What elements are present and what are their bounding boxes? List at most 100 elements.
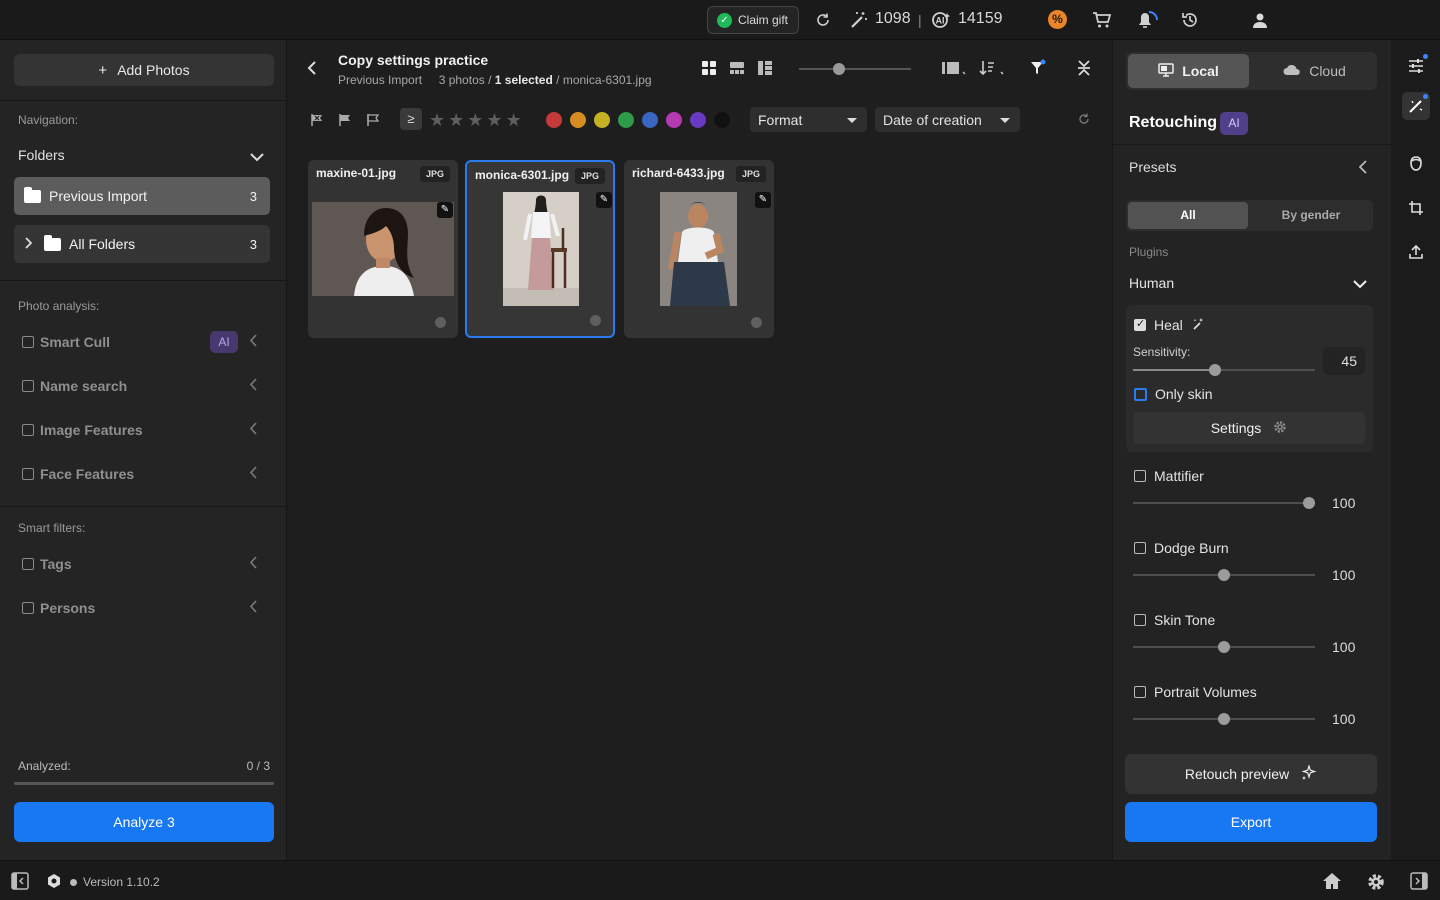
only-skin-toggle[interactable]: Only skin — [1134, 386, 1213, 402]
list-view-icon[interactable] — [757, 60, 773, 79]
reset-filters-icon[interactable] — [1078, 112, 1090, 128]
heal-toggle[interactable]: Heal — [1134, 316, 1205, 333]
color-label-dot[interactable] — [666, 112, 682, 128]
slider-knob[interactable] — [1218, 641, 1230, 653]
flag-picked-icon[interactable] — [338, 113, 352, 130]
persons-item[interactable]: Persons — [22, 596, 266, 620]
rating-operator-button[interactable]: ≥ — [400, 108, 422, 130]
skin-tone-checkbox[interactable] — [1134, 614, 1146, 626]
color-label-dot[interactable] — [546, 112, 562, 128]
folder-previous-import[interactable]: Previous Import 3 — [14, 177, 270, 215]
star-icon[interactable]: ★ — [506, 110, 522, 131]
user-account-icon[interactable] — [1250, 10, 1270, 30]
face-mask-icon[interactable] — [1404, 152, 1428, 176]
presets-label[interactable]: Presets — [1129, 159, 1176, 175]
filter-icon[interactable] — [1029, 59, 1047, 80]
persons-checkbox[interactable] — [22, 602, 34, 614]
collapse-icon[interactable] — [1077, 60, 1091, 79]
export-button[interactable]: Export — [1125, 802, 1377, 842]
mattifier-checkbox[interactable] — [1134, 470, 1146, 482]
name-search-checkbox[interactable] — [22, 380, 34, 392]
folder-all-folders[interactable]: All Folders 3 — [14, 225, 270, 263]
slider-knob[interactable] — [1218, 569, 1230, 581]
notifications-icon[interactable] — [1135, 10, 1161, 30]
slider-knob[interactable] — [833, 63, 845, 75]
edit-pencil-icon[interactable]: ✎ — [437, 202, 453, 218]
star-icon[interactable]: ★ — [486, 110, 502, 131]
cloud-mode-button[interactable]: Cloud — [1254, 54, 1375, 88]
photo-thumbnail[interactable] — [660, 192, 737, 306]
portrait-volumes-slider[interactable] — [1133, 713, 1315, 725]
portrait-volumes-checkbox[interactable] — [1134, 686, 1146, 698]
slider-knob[interactable] — [1208, 364, 1221, 376]
tags-item[interactable]: Tags — [22, 552, 266, 576]
dodge-burn-slider[interactable] — [1133, 569, 1315, 581]
folders-dropdown[interactable]: Folders — [18, 147, 268, 163]
home-icon[interactable] — [1322, 872, 1342, 893]
photo-card[interactable]: richard-6433.jpg JPG ✎ — [624, 160, 774, 338]
photo-thumbnail[interactable] — [503, 192, 579, 306]
flag-unflagged-icon[interactable] — [366, 113, 380, 130]
chevron-left-icon[interactable] — [1358, 160, 1367, 177]
grid-view-icon[interactable] — [701, 60, 717, 79]
name-search-item[interactable]: Name search — [22, 374, 266, 398]
settings-gear-icon[interactable] — [1366, 872, 1386, 895]
image-features-item[interactable]: Image Features — [22, 418, 266, 442]
toggle-right-panel-icon[interactable] — [1410, 872, 1428, 893]
tags-checkbox[interactable] — [22, 558, 34, 570]
color-label-dot[interactable] — [751, 317, 762, 328]
chevron-down-icon[interactable] — [1353, 276, 1367, 292]
cart-icon[interactable] — [1092, 10, 1112, 30]
format-dropdown[interactable]: Format — [750, 107, 867, 132]
color-label-dot[interactable] — [618, 112, 634, 128]
portrait-volumes-toggle[interactable]: Portrait Volumes — [1134, 684, 1257, 700]
seg-by-gender[interactable]: By gender — [1251, 202, 1371, 229]
chevron-left-icon[interactable] — [249, 556, 258, 572]
sensitivity-value[interactable]: 45 — [1323, 347, 1365, 375]
toggle-left-panel-icon[interactable] — [11, 872, 29, 893]
chevron-right-icon[interactable] — [24, 236, 33, 252]
color-label-dot[interactable] — [590, 315, 601, 326]
chevron-left-icon[interactable] — [249, 334, 258, 350]
sort-icon[interactable] — [979, 59, 1007, 80]
human-category[interactable]: Human — [1129, 275, 1174, 291]
face-features-checkbox[interactable] — [22, 468, 34, 480]
photo-thumbnail[interactable] — [312, 202, 454, 296]
compare-view-icon[interactable] — [941, 60, 969, 79]
face-features-item[interactable]: Face Features — [22, 462, 266, 486]
edit-pencil-icon[interactable]: ✎ — [755, 192, 771, 208]
export-upload-icon[interactable] — [1404, 240, 1428, 264]
slider-knob[interactable] — [1303, 497, 1315, 509]
sort-dropdown[interactable]: Date of creation — [875, 107, 1020, 132]
add-photos-button[interactable]: + Add Photos — [14, 54, 274, 86]
skin-tone-toggle[interactable]: Skin Tone — [1134, 612, 1215, 628]
mattifier-toggle[interactable]: Mattifier — [1134, 468, 1204, 484]
skin-tone-slider[interactable] — [1133, 641, 1315, 653]
only-skin-checkbox[interactable] — [1134, 387, 1147, 401]
slider-knob[interactable] — [1218, 713, 1230, 725]
color-label-dot[interactable] — [594, 112, 610, 128]
smart-cull-checkbox[interactable] — [22, 336, 34, 348]
color-label-dot[interactable] — [570, 112, 586, 128]
breadcrumb-folder[interactable]: Previous Import — [338, 73, 422, 87]
rating-stars[interactable]: ★ ★ ★ ★ ★ — [429, 110, 522, 131]
local-mode-button[interactable]: Local — [1128, 54, 1249, 88]
photo-card-selected[interactable]: monica-6301.jpg JPG ✎ — [465, 160, 615, 338]
star-icon[interactable]: ★ — [448, 110, 464, 131]
image-features-checkbox[interactable] — [22, 424, 34, 436]
thumbnail-size-slider[interactable] — [799, 63, 911, 75]
heal-checkbox[interactable] — [1134, 317, 1146, 331]
flag-rejected-icon[interactable] — [310, 113, 324, 130]
dodge-burn-toggle[interactable]: Dodge Burn — [1134, 540, 1229, 556]
compact-view-icon[interactable] — [729, 60, 745, 79]
chevron-left-icon[interactable] — [249, 378, 258, 394]
color-label-dot[interactable] — [690, 112, 706, 128]
seg-all[interactable]: All — [1128, 202, 1248, 229]
color-label-dot[interactable] — [435, 317, 446, 328]
chevron-left-icon[interactable] — [249, 422, 258, 438]
star-icon[interactable]: ★ — [429, 110, 445, 131]
mattifier-slider[interactable] — [1133, 497, 1315, 509]
back-arrow-icon[interactable] — [307, 60, 317, 79]
color-label-dot[interactable] — [714, 112, 730, 128]
refresh-icon[interactable] — [813, 10, 833, 30]
